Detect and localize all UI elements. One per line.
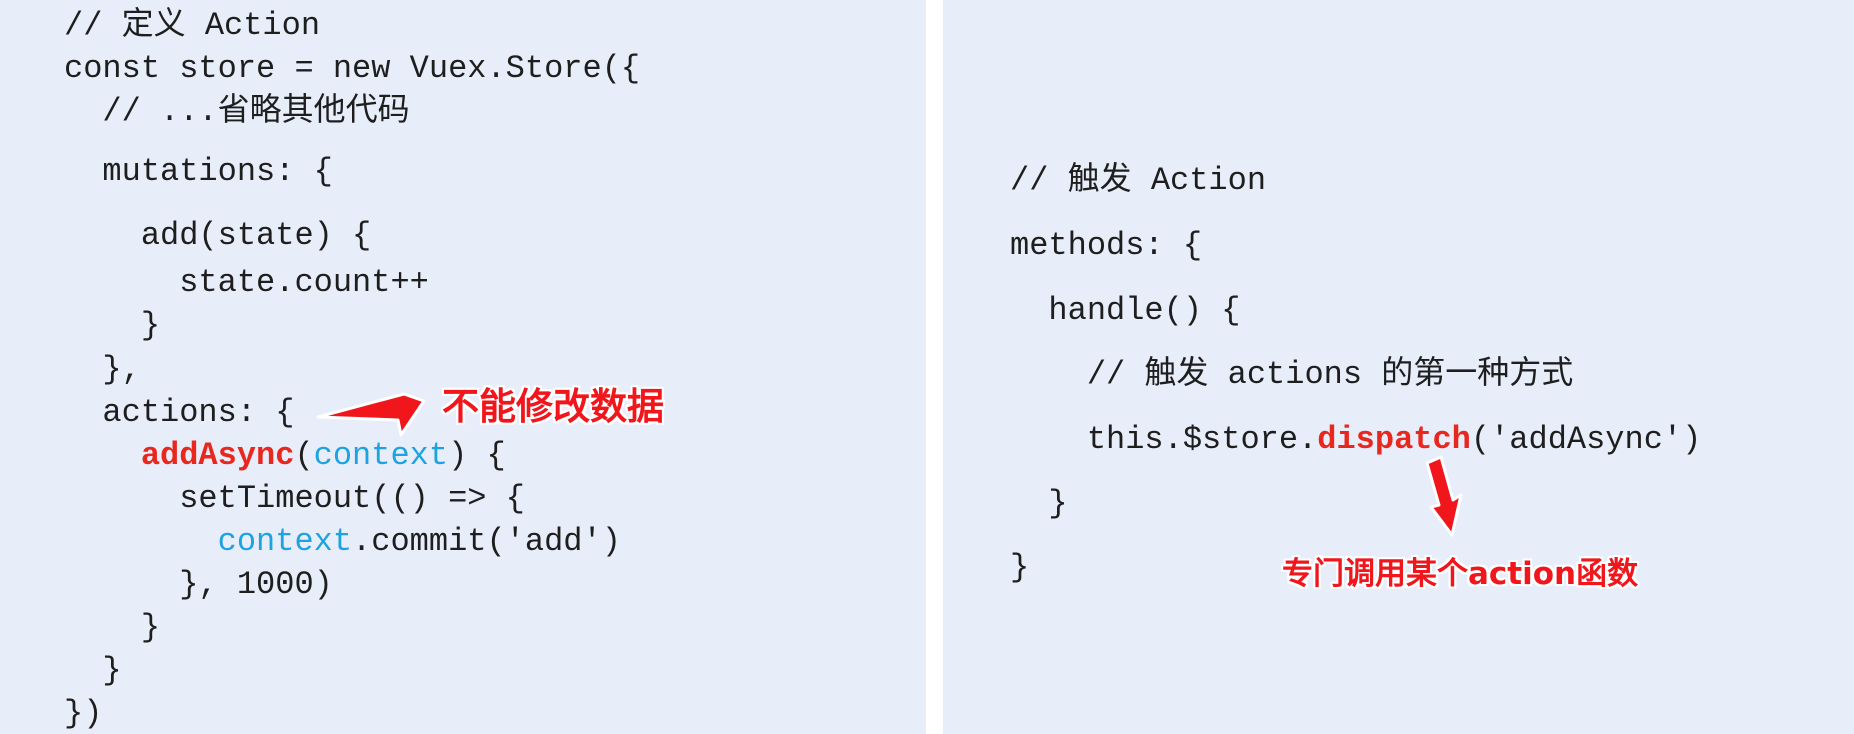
code-paren: ) { bbox=[448, 437, 506, 474]
code-dispatch-method: dispatch bbox=[1317, 421, 1471, 458]
code-line: state.count++ bbox=[64, 264, 429, 301]
code-line: // 触发 actions 的第一种方式 bbox=[1010, 356, 1574, 393]
code-line: }, 1000) bbox=[64, 566, 333, 603]
code-line: } bbox=[64, 609, 161, 646]
code-line: setTimeout(() => { bbox=[64, 480, 525, 517]
code-line: }, bbox=[64, 351, 141, 388]
code-line: } bbox=[64, 652, 122, 689]
code-line: handle() { bbox=[1010, 292, 1241, 329]
code-line: } bbox=[64, 307, 161, 344]
code-context-object: context bbox=[217, 523, 353, 560]
annotation-call-action-function: 专门调用某个action函数 bbox=[1282, 556, 1639, 592]
right-code-panel: // 触发 Action methods: { handle() { // 触发… bbox=[943, 0, 1854, 734]
code-line: }) bbox=[64, 695, 103, 732]
code-line: } bbox=[1010, 485, 1068, 522]
left-code-panel: // 定义 Action const store = new Vuex.Stor… bbox=[0, 0, 926, 734]
code-line: // 触发 Action bbox=[1010, 162, 1267, 199]
code-line: // ...省略其他代码 bbox=[64, 93, 410, 130]
code-line: this.$store.dispatch('addAsync') bbox=[1010, 420, 1702, 460]
code-line: // 定义 Action bbox=[64, 7, 321, 44]
code-line: mutations: { bbox=[64, 153, 333, 190]
code-line: methods: { bbox=[1010, 227, 1203, 264]
code-paren: ( bbox=[294, 437, 314, 474]
code-dispatch-args: ('addAsync') bbox=[1470, 421, 1702, 458]
code-store-ref: this.$store. bbox=[1010, 421, 1318, 458]
code-line: addAsync(context) { bbox=[64, 436, 506, 476]
code-commit-call: .commit('add') bbox=[352, 523, 621, 560]
code-function-name: addAsync bbox=[140, 437, 295, 474]
annotation-cannot-modify-data: 不能修改数据 bbox=[442, 385, 664, 428]
code-line: const store = new Vuex.Store({ bbox=[64, 50, 641, 87]
code-line: context.commit('add') bbox=[64, 522, 621, 562]
code-line: } bbox=[1010, 549, 1030, 586]
code-line: add(state) { bbox=[64, 217, 372, 254]
code-parameter: context bbox=[313, 437, 449, 474]
code-line: actions: { bbox=[64, 394, 295, 431]
